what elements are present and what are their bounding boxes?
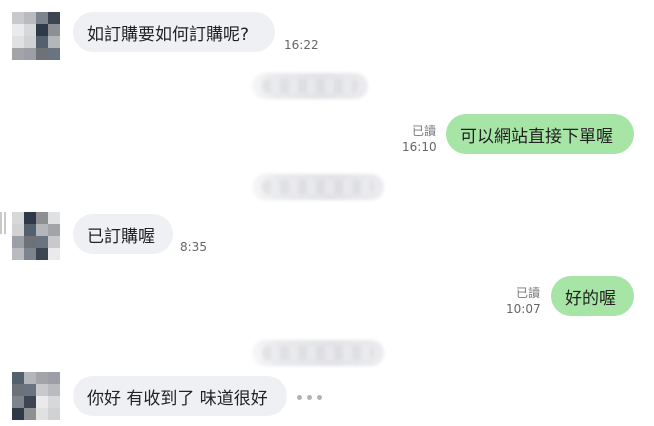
- message-text: 好的喔: [565, 288, 616, 309]
- message-time: 8:35: [180, 240, 207, 254]
- message-text: 已訂購喔: [87, 226, 155, 247]
- message-bubble[interactable]: 你好 有收到了 味道很好: [73, 376, 287, 416]
- avatar[interactable]: [12, 372, 60, 420]
- message-text: 你好 有收到了 味道很好: [87, 388, 268, 409]
- scroll-indicator[interactable]: [0, 212, 8, 236]
- message-time: 16:22: [284, 38, 319, 52]
- message-bubble[interactable]: 如訂購要如何訂購呢?: [73, 12, 275, 52]
- read-receipt: 已讀: [515, 286, 540, 300]
- message-time: 10:07: [506, 302, 541, 316]
- date-separator: [252, 73, 368, 99]
- avatar[interactable]: [12, 12, 60, 60]
- message-text: 如訂購要如何訂購呢?: [87, 24, 250, 45]
- read-receipt: 已讀: [411, 124, 436, 138]
- message-time: 16:10: [402, 140, 437, 154]
- avatar[interactable]: [12, 212, 60, 260]
- message-text: 可以網站直接下單喔: [460, 126, 613, 147]
- more-dots-icon[interactable]: [297, 395, 322, 400]
- message-bubble[interactable]: 已訂購喔: [73, 214, 173, 254]
- date-separator: [252, 174, 384, 200]
- chat-window: 如訂購要如何訂購呢? 16:22 已讀 16:10 可以網站直接下單喔 已訂購喔…: [0, 0, 654, 426]
- message-bubble[interactable]: 好的喔: [551, 276, 634, 316]
- date-separator: [252, 340, 384, 366]
- message-bubble[interactable]: 可以網站直接下單喔: [446, 114, 634, 154]
